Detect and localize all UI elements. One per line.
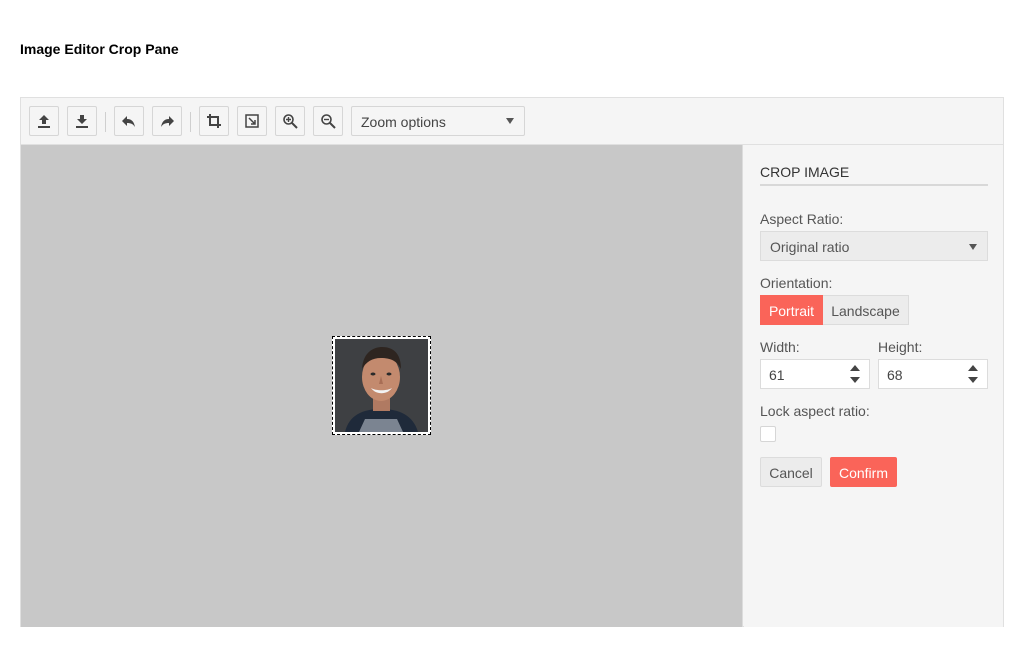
zoom-out-icon <box>321 114 336 129</box>
zoom-options-label: Zoom options <box>361 114 446 130</box>
redo-button[interactable] <box>152 106 182 136</box>
crop-selection[interactable] <box>332 336 431 435</box>
height-label: Height: <box>878 339 923 355</box>
toolbar: Zoom options <box>21 98 1003 145</box>
reset-button[interactable] <box>237 106 267 136</box>
orientation-label: Orientation: <box>760 275 833 291</box>
height-input[interactable]: 68 <box>878 359 988 389</box>
width-label: Width: <box>760 339 800 355</box>
zoom-in-icon <box>283 114 298 129</box>
orientation-portrait-button[interactable]: Portrait <box>760 295 823 325</box>
decrement-icon[interactable] <box>968 377 978 383</box>
aspect-ratio-label: Aspect Ratio: <box>760 211 844 227</box>
toolbar-separator <box>105 112 106 132</box>
crop-button[interactable] <box>199 106 229 136</box>
width-value: 61 <box>769 367 785 383</box>
lock-aspect-ratio-label: Lock aspect ratio: <box>760 403 870 419</box>
upload-icon <box>38 115 50 128</box>
orientation-landscape-button[interactable]: Landscape <box>823 295 909 325</box>
page-title: Image Editor Crop Pane <box>20 41 179 57</box>
width-stepper[interactable] <box>841 360 869 388</box>
chevron-down-icon <box>969 244 977 250</box>
zoom-in-button[interactable] <box>275 106 305 136</box>
upload-button[interactable] <box>29 106 59 136</box>
height-value: 68 <box>887 367 903 383</box>
image-canvas[interactable] <box>21 145 743 627</box>
chevron-down-icon <box>506 118 514 124</box>
increment-icon[interactable] <box>968 365 978 371</box>
aspect-ratio-select[interactable]: Original ratio <box>760 231 988 261</box>
increment-icon[interactable] <box>850 365 860 371</box>
undo-button[interactable] <box>114 106 144 136</box>
zoom-options-dropdown[interactable]: Zoom options <box>351 106 525 136</box>
crop-panel: CROP IMAGE Aspect Ratio: Original ratio … <box>744 145 1003 627</box>
zoom-out-button[interactable] <box>313 106 343 136</box>
decrement-icon[interactable] <box>850 377 860 383</box>
panel-title: CROP IMAGE <box>760 164 988 186</box>
crop-icon <box>207 114 221 128</box>
lock-aspect-ratio-checkbox[interactable] <box>760 426 776 442</box>
redo-icon <box>161 116 174 127</box>
portrait-photo <box>335 339 428 432</box>
image-editor: Zoom options CROP IMAGE Aspect Ratio: Or… <box>20 97 1004 627</box>
toolbar-separator <box>190 112 191 132</box>
width-input[interactable]: 61 <box>760 359 870 389</box>
portrait-illustration <box>335 339 428 432</box>
confirm-button[interactable]: Confirm <box>830 457 897 487</box>
download-button[interactable] <box>67 106 97 136</box>
reset-icon <box>245 114 259 128</box>
height-stepper[interactable] <box>959 360 987 388</box>
cancel-button[interactable]: Cancel <box>760 457 822 487</box>
download-icon <box>76 115 88 128</box>
aspect-ratio-value: Original ratio <box>770 239 850 255</box>
undo-icon <box>122 116 135 127</box>
